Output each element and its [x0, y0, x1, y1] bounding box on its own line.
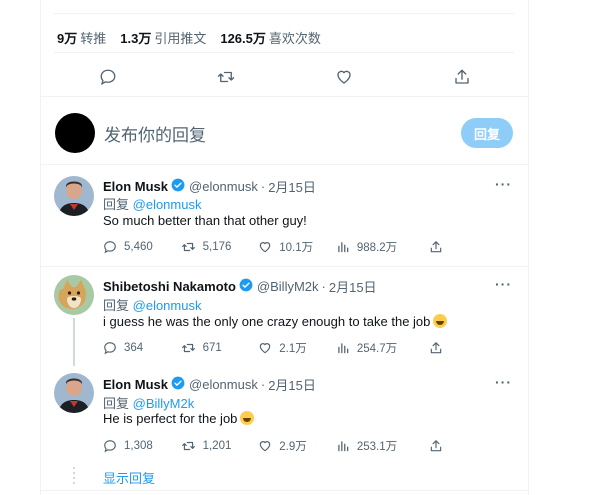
views-icon [338, 242, 349, 253]
retweet-icon [181, 343, 195, 353]
tweet-date[interactable]: 2月15日 [268, 177, 316, 196]
share-icon [430, 440, 442, 452]
reply-tweet[interactable]: Elon Musk @elonmusk · 2月15日 ··· 回复 @elon… [41, 165, 528, 266]
like-action[interactable]: 10.1万 [258, 239, 336, 255]
views-icon [338, 343, 349, 354]
reply-action[interactable]: 364 [103, 340, 181, 356]
retweet-action[interactable]: 671 [181, 340, 259, 356]
separator-dot: · [260, 179, 266, 194]
divider [54, 13, 514, 14]
views-action[interactable]: 253.1万 [336, 438, 429, 454]
reply-action[interactable]: 1,308 [103, 438, 181, 454]
verified-badge-icon [239, 278, 253, 295]
views-action[interactable]: 254.7万 [336, 340, 429, 356]
like-icon [260, 242, 271, 253]
like-action[interactable]: 2.9万 [258, 438, 336, 454]
tweet-actions: 1,308 1,201 2.9万 253.1万 [103, 438, 443, 454]
reply-icon [104, 342, 116, 355]
my-avatar[interactable] [55, 113, 95, 153]
more-options-icon[interactable]: ··· [495, 176, 512, 192]
reply-mention[interactable]: @elonmusk [133, 197, 202, 212]
retweet-icon[interactable] [213, 64, 239, 90]
rofl-emoji-icon [240, 411, 255, 425]
more-options-icon[interactable]: ··· [495, 276, 512, 292]
divider [54, 52, 514, 53]
share-icon [430, 342, 442, 354]
retweet-action[interactable]: 5,176 [181, 239, 259, 255]
reply-icon [104, 440, 116, 453]
reply-input[interactable]: 发布你的回复 [104, 121, 206, 146]
tweet-actions: 364 671 2.1万 254.7万 [103, 340, 443, 356]
author-name[interactable]: Elon Musk [103, 377, 168, 392]
verified-badge-icon [171, 376, 185, 393]
share-icon [430, 241, 442, 253]
replying-to: 回复 @elonmusk [103, 197, 202, 212]
like-icon [260, 441, 271, 452]
likes-stat[interactable]: 126.5万 喜欢次数 [220, 28, 321, 47]
reply-tweet[interactable]: Elon Musk @elonmusk · 2月15日 ··· 回复 @Bill… [41, 364, 528, 464]
author-handle[interactable]: @elonmusk [189, 179, 258, 194]
reply-tweet[interactable]: Shibetoshi Nakamoto @BillyM2k · 2月15日 ··… [41, 266, 528, 366]
tweet-header: Shibetoshi Nakamoto @BillyM2k · 2月15日 [103, 277, 377, 296]
avatar[interactable] [54, 373, 94, 413]
separator-dot: · [321, 279, 326, 294]
share-action[interactable] [429, 239, 443, 255]
reply-mention[interactable]: @elonmusk [133, 298, 202, 313]
like-action[interactable]: 2.1万 [258, 340, 336, 356]
tweet-text: He is perfect for the job [103, 411, 255, 426]
like-icon [260, 343, 271, 354]
main-tweet-actions [95, 64, 475, 90]
reply-icon[interactable] [95, 64, 121, 90]
verified-badge-icon [171, 178, 185, 195]
author-handle[interactable]: @BillyM2k [257, 279, 319, 294]
retweet-icon [181, 242, 195, 252]
tweet-stats: 9万 转推 1.3万 引用推文 126.5万 喜欢次数 [57, 28, 321, 47]
tweet-date[interactable]: 2月15日 [268, 375, 316, 394]
author-name[interactable]: Shibetoshi Nakamoto [103, 279, 236, 294]
author-handle[interactable]: @elonmusk [189, 377, 258, 392]
avatar[interactable] [54, 176, 94, 216]
thread-dots [73, 467, 75, 485]
replying-to: 回复 @BillyM2k [103, 396, 195, 411]
share-action[interactable] [429, 340, 443, 356]
divider [41, 490, 528, 491]
views-action[interactable]: 988.2万 [336, 239, 429, 255]
reply-button[interactable]: 回复 [461, 118, 513, 148]
tweet-text: i guess he was the only one crazy enough… [103, 314, 448, 329]
show-replies-link[interactable]: 显示回复 [103, 468, 155, 487]
retweets-stat[interactable]: 9万 转推 [57, 28, 106, 47]
tweet-header: Elon Musk @elonmusk · 2月15日 [103, 375, 316, 394]
reply-action[interactable]: 5,460 [103, 239, 181, 255]
divider [41, 96, 528, 97]
replying-to: 回复 @elonmusk [103, 298, 202, 313]
separator-dot: · [260, 377, 266, 392]
tweet-text: So much better than that other guy! [103, 213, 307, 228]
tweet-date[interactable]: 2月15日 [329, 277, 377, 296]
rofl-emoji-icon [433, 314, 448, 328]
views-icon [338, 441, 349, 452]
share-action[interactable] [429, 438, 443, 454]
reply-icon [104, 241, 116, 254]
avatar[interactable] [54, 275, 94, 315]
retweet-action[interactable]: 1,201 [181, 438, 259, 454]
quotes-stat[interactable]: 1.3万 引用推文 [120, 28, 206, 47]
retweet-icon [181, 441, 195, 451]
more-options-icon[interactable]: ··· [495, 374, 512, 390]
tweet-actions: 5,460 5,176 10.1万 988.2万 [103, 239, 443, 255]
share-icon[interactable] [449, 64, 475, 90]
reply-mention[interactable]: @BillyM2k [133, 396, 195, 411]
like-icon[interactable] [331, 64, 357, 90]
author-name[interactable]: Elon Musk [103, 179, 168, 194]
